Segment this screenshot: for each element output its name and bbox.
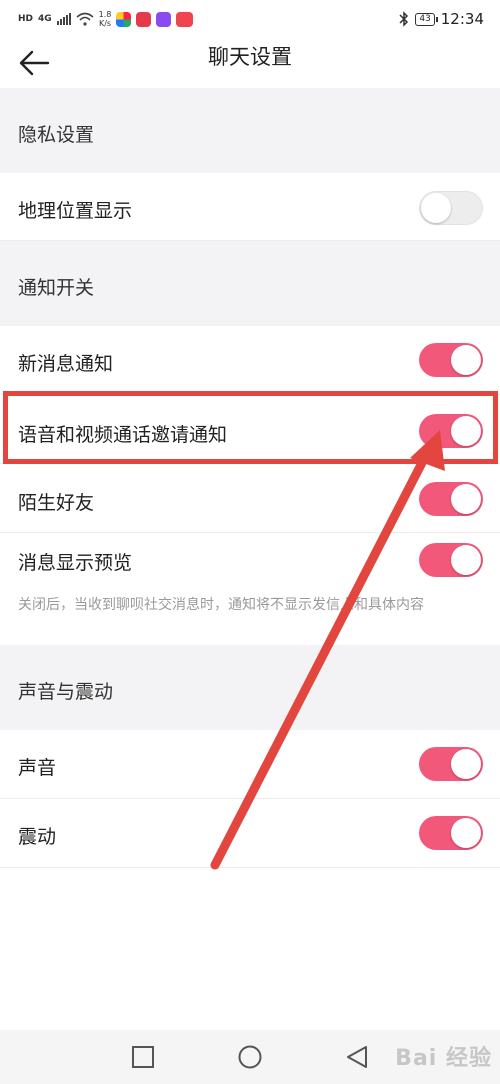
status-bar: HD 4G 1.8 K/s 43 12:34 (0, 0, 500, 38)
row-preview-label: 消息显示预览 (18, 552, 133, 574)
clock: 12:34 (440, 10, 484, 28)
hd-badge: HD (18, 14, 34, 24)
battery-icon: 43 (415, 12, 439, 26)
new-message-toggle[interactable] (419, 343, 483, 377)
signal-icon (56, 13, 71, 25)
wifi-icon (76, 12, 94, 26)
row-location[interactable]: 地理位置显示 (0, 173, 500, 241)
section-notify: 通知开关 (0, 241, 500, 326)
voice-video-toggle[interactable] (419, 414, 483, 448)
toggle-knob (451, 749, 481, 779)
row-preview[interactable]: 消息显示预览 关闭后，当收到聊呗社交消息时，通知将不显示发信人和具体内容 (0, 533, 500, 645)
toggle-knob (451, 818, 481, 848)
vibration-toggle[interactable] (419, 816, 483, 850)
row-sound-label: 声音 (18, 757, 57, 779)
stranger-toggle[interactable] (419, 482, 483, 516)
row-sound[interactable]: 声音 (0, 730, 500, 799)
row-voice-video[interactable]: 语音和视频通话邀请通知 (0, 395, 500, 464)
triangle-back-icon[interactable] (342, 1042, 372, 1072)
watermark: Bai 经验 (395, 1046, 492, 1071)
app-icon-colorful (116, 11, 132, 27)
toggle-knob (451, 484, 481, 514)
speed-value: 1.8 (98, 10, 112, 19)
row-vibration-label: 震动 (18, 826, 57, 848)
row-vibration[interactable]: 震动 (0, 799, 500, 868)
network-type: 4G (38, 14, 52, 24)
section-notify-label: 通知开关 (18, 277, 95, 299)
section-sound: 声音与震动 (0, 645, 500, 730)
circle-icon[interactable] (235, 1042, 265, 1072)
page-title: 聊天设置 (208, 45, 292, 69)
row-location-label: 地理位置显示 (18, 200, 133, 222)
preview-toggle[interactable] (419, 543, 483, 577)
row-stranger-label: 陌生好友 (18, 492, 95, 514)
preview-hint: 关闭后，当收到聊呗社交消息时，通知将不显示发信人和具体内容 (18, 597, 424, 613)
location-toggle[interactable] (419, 191, 483, 225)
row-new-message-label: 新消息通知 (18, 353, 114, 375)
row-voice-video-label: 语音和视频通话邀请通知 (18, 424, 228, 446)
section-privacy: 隐私设置 (0, 88, 500, 173)
section-sound-label: 声音与震动 (18, 681, 114, 703)
status-left: HD 4G 1.8 K/s (18, 8, 194, 30)
toggle-knob (451, 345, 481, 375)
toggle-knob (421, 193, 451, 223)
status-right: 43 12:34 (399, 8, 484, 30)
toggle-knob (451, 545, 481, 575)
network-speed: 1.8 K/s (99, 10, 112, 28)
toggle-knob (451, 416, 481, 446)
sound-toggle[interactable] (419, 747, 483, 781)
section-privacy-label: 隐私设置 (18, 124, 95, 146)
speed-unit: K/s (98, 19, 112, 28)
row-stranger[interactable]: 陌生好友 (0, 464, 500, 533)
app-icon-red (136, 11, 152, 27)
title-bar: 聊天设置 (0, 38, 500, 88)
bluetooth-icon (399, 11, 409, 27)
app-icon-purple (156, 11, 172, 27)
app-icon-red2 (176, 11, 194, 27)
square-icon[interactable] (128, 1042, 158, 1072)
row-new-message[interactable]: 新消息通知 (0, 326, 500, 395)
